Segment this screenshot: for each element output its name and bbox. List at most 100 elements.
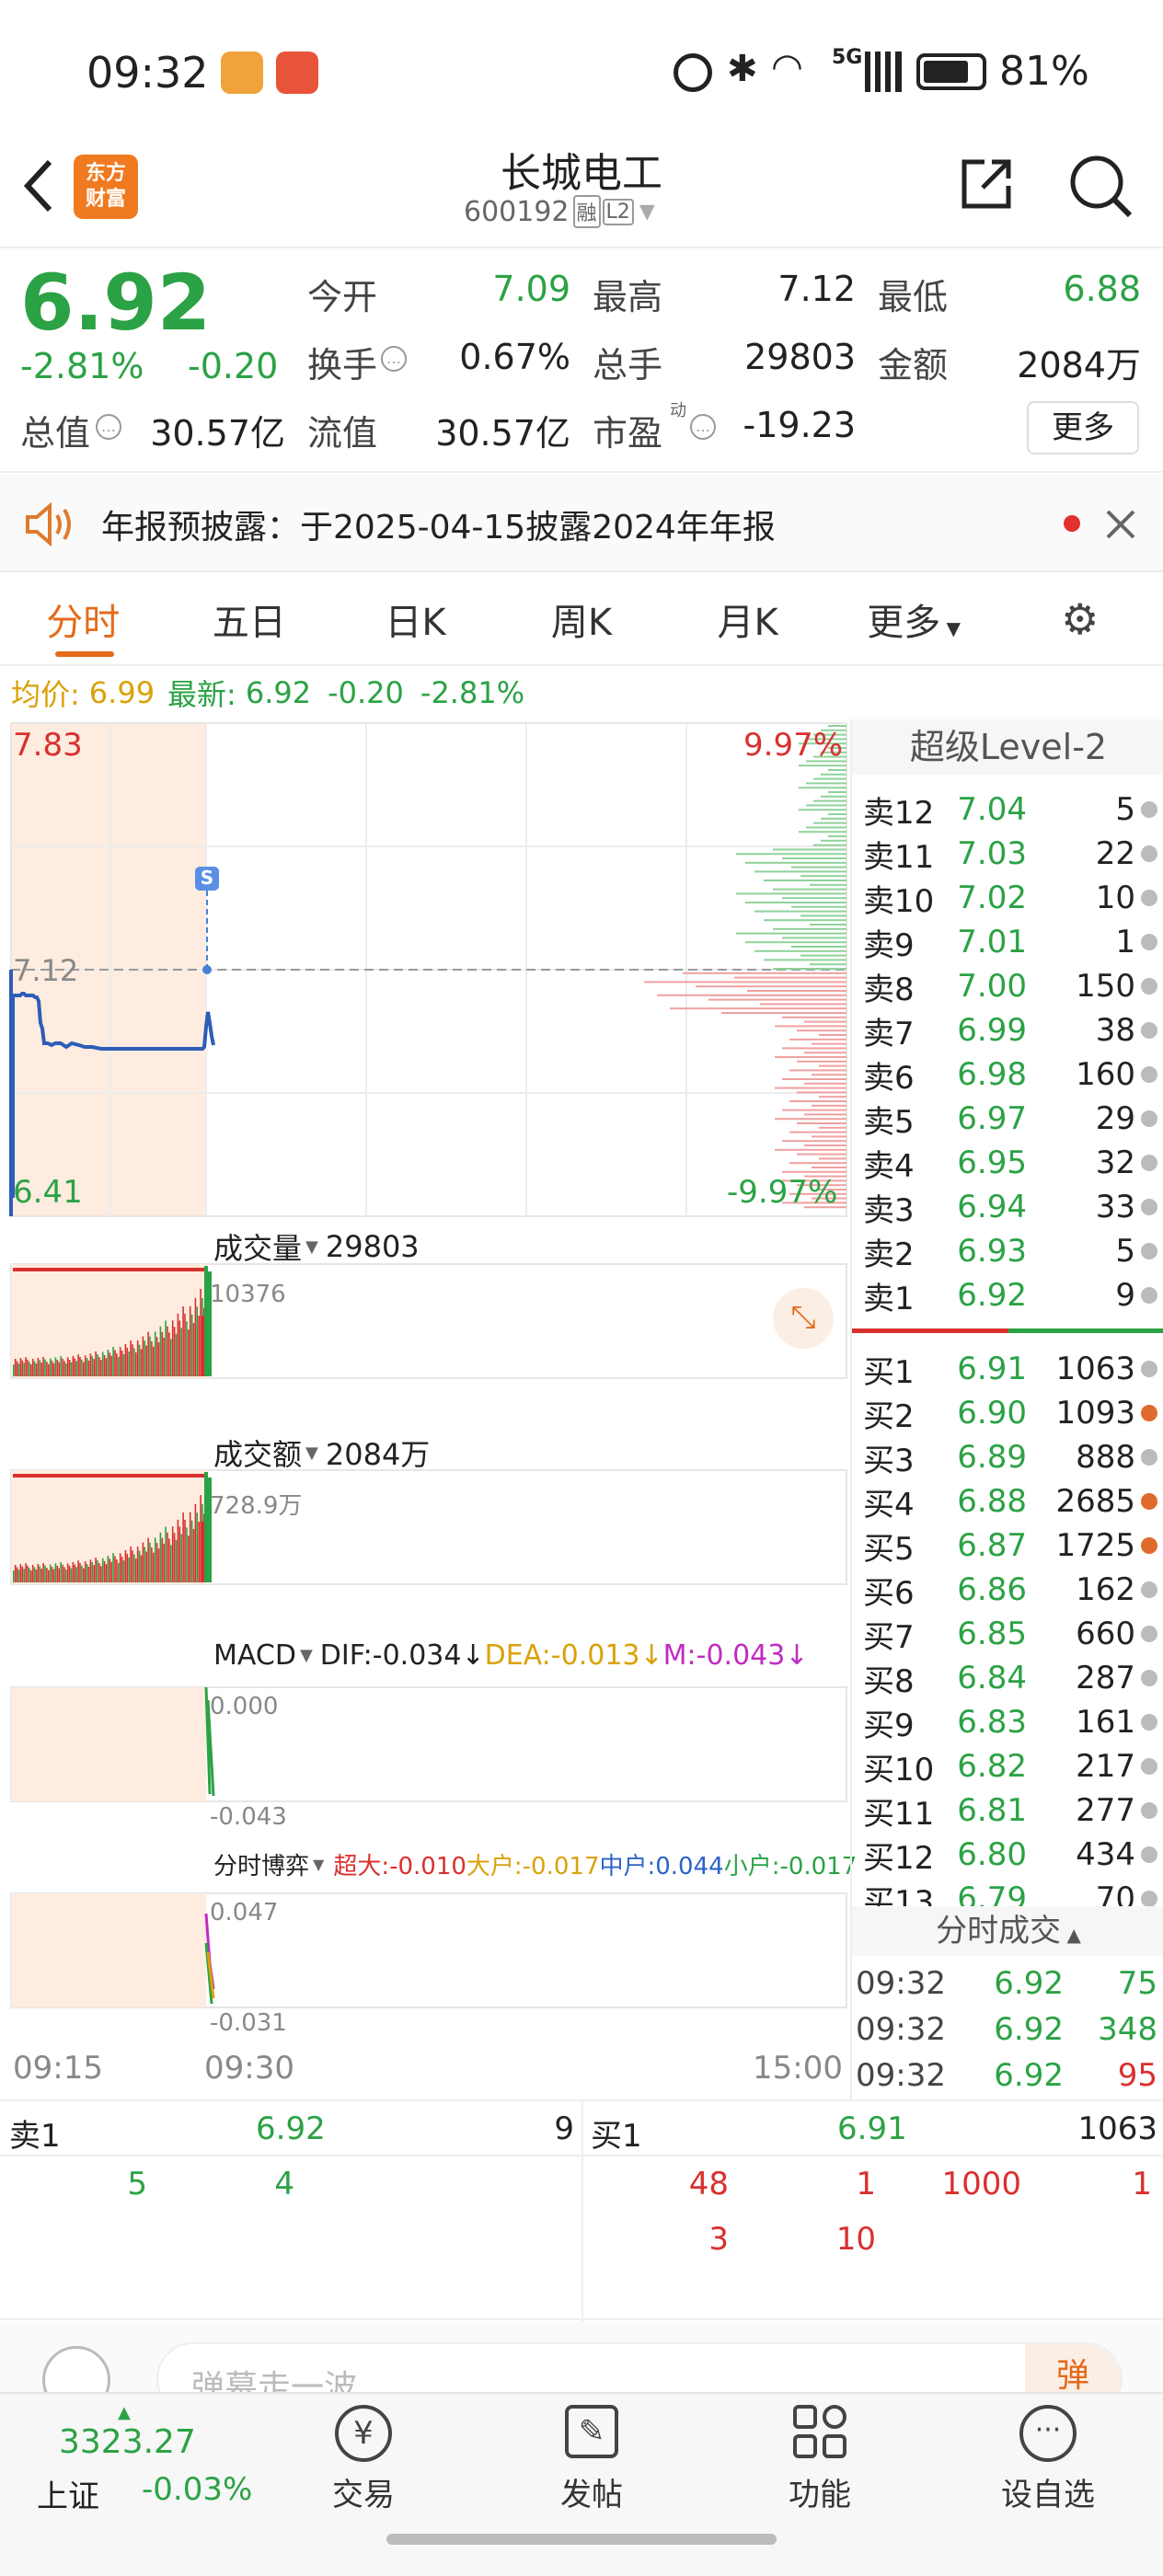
close-icon[interactable] <box>1104 508 1137 541</box>
settings-icon[interactable]: ⚙ <box>996 594 1163 644</box>
level-dot <box>1141 1405 1157 1421</box>
bid-row[interactable]: 买7 6.85 660 <box>852 1612 1163 1656</box>
volume-bar <box>107 1555 109 1582</box>
field-value-high: 7.12 <box>777 269 856 309</box>
ask-row[interactable]: 卖8 7.00 150 <box>852 964 1163 1008</box>
bid-row[interactable]: 买9 6.83 161 <box>852 1700 1163 1744</box>
volume-bar <box>154 1331 156 1376</box>
tab-five-day[interactable]: 五日 <box>167 592 333 646</box>
depth-bar <box>789 1131 846 1133</box>
notice-bar[interactable]: 年报预披露：于2025-04-15披露2024年年报 <box>0 475 1163 572</box>
stock-code-row: 600192 融 L2 ▼ <box>464 195 655 228</box>
info-icon[interactable]: … <box>381 346 407 372</box>
nav-add-watchlist[interactable]: ··· 设自选 <box>979 2405 1117 2524</box>
bid-row[interactable]: 买2 6.90 1093 <box>852 1391 1163 1435</box>
ask-row[interactable]: 卖4 6.95 32 <box>852 1141 1163 1185</box>
macd-header[interactable]: MACD ▼ DIF:-0.034 ↓ DEA:-0.013 ↓ M:-0.043 ↓ <box>213 1639 808 1672</box>
bid-row[interactable]: 买11 6.81 277 <box>852 1788 1163 1833</box>
depth-bar <box>773 968 846 970</box>
chart-low-price: 6.41 <box>13 1174 83 1211</box>
level2-title[interactable]: 超级Level-2 <box>852 719 1163 775</box>
bid-row[interactable]: 买1 6.91 1063 <box>852 1347 1163 1391</box>
level-label: 买7 <box>863 1618 915 1656</box>
depth-bar <box>821 795 846 798</box>
volume-bar <box>93 1565 95 1582</box>
volume-bar <box>13 1364 15 1376</box>
bid-row[interactable]: 买10 6.82 217 <box>852 1744 1163 1788</box>
info-icon[interactable]: … <box>96 414 121 440</box>
volume-bar <box>142 1336 144 1376</box>
volume-bar <box>75 1361 77 1376</box>
dropdown-icon[interactable]: ▼ <box>639 201 655 224</box>
comment-icon[interactable] <box>42 2346 110 2392</box>
field-value-open: 7.09 <box>492 269 570 309</box>
comment-input[interactable]: 弹幕走一波 弹 <box>156 2342 1123 2392</box>
down-arrow-icon: ↓ <box>461 1639 485 1672</box>
volume-bar <box>112 1553 114 1582</box>
app-logo[interactable]: 东方 财富 <box>74 155 138 219</box>
field-label-pe: 市盈 <box>593 413 663 454</box>
nav-trade-label: 交易 <box>332 2477 395 2513</box>
bid-row[interactable]: 买12 6.80 434 <box>852 1833 1163 1877</box>
edit-icon: ✎ <box>565 2405 618 2458</box>
index-name: 上证 <box>37 2478 99 2515</box>
volume-bar <box>189 1305 191 1376</box>
nav-functions[interactable]: 功能 <box>751 2405 889 2524</box>
bid-row[interactable]: 买4 6.88 2685 <box>852 1479 1163 1524</box>
depth-bar <box>789 1162 846 1165</box>
macd-top: 0.000 <box>210 1693 279 1720</box>
danmaku-button[interactable]: 弹 <box>1025 2344 1121 2392</box>
bid-row[interactable]: 买5 6.87 1725 <box>852 1524 1163 1568</box>
depth-bar <box>683 972 846 974</box>
tab-more[interactable]: 更多 ▼ <box>831 592 997 646</box>
info-icon[interactable]: … <box>690 414 716 440</box>
volume-bar <box>86 1564 88 1582</box>
expand-icon[interactable]: ⤡ <box>773 1288 834 1349</box>
volume-bar <box>130 1340 132 1376</box>
bid-row[interactable]: 买3 6.89 888 <box>852 1435 1163 1479</box>
depth-bar <box>812 1042 846 1045</box>
tab-intraday[interactable]: 分时 <box>0 592 167 646</box>
ask-row[interactable]: 卖1 6.92 9 <box>852 1273 1163 1317</box>
tab-month-k[interactable]: 月K <box>664 592 831 646</box>
volume-bar <box>105 1358 108 1376</box>
depth-bar <box>804 1052 846 1054</box>
ask-row[interactable]: 卖5 6.97 29 <box>852 1097 1163 1141</box>
time-end: 15:00 <box>753 2050 843 2087</box>
volume-bar <box>79 1562 81 1582</box>
amount-header[interactable]: 成交额 ▼ 2084万 <box>213 1432 430 1474</box>
volume-bar <box>142 1542 144 1582</box>
ask-row[interactable]: 卖9 7.01 1 <box>852 920 1163 964</box>
intraday-chart-area[interactable] <box>0 719 850 2099</box>
network-label: 5G <box>832 46 863 69</box>
share-icon[interactable] <box>957 155 1016 213</box>
bo-header[interactable]: 分时博弈 ▼ 超大:-0.010 大户:-0.017 中户:0.044 小户:-0… <box>213 1847 857 1881</box>
more-button[interactable]: 更多 <box>1027 401 1139 454</box>
ask-row[interactable]: 卖6 6.98 160 <box>852 1052 1163 1097</box>
nav-post[interactable]: ✎ 发帖 <box>523 2405 661 2524</box>
volume-header[interactable]: 成交量 ▼ 29803 <box>213 1225 420 1268</box>
volume-bar <box>79 1356 81 1376</box>
nav-trade[interactable]: ¥ 交易 <box>294 2405 432 2524</box>
index-widget[interactable]: ▲ 3323.27 上证 -0.03% <box>28 2403 258 2523</box>
bid-row[interactable]: 买6 6.86 162 <box>852 1568 1163 1612</box>
queue-sell-qty: 9 <box>554 2110 574 2147</box>
volume-bar <box>178 1526 181 1582</box>
bid-row[interactable]: 买8 6.84 287 <box>852 1656 1163 1700</box>
ask-row[interactable]: 卖3 6.94 33 <box>852 1185 1163 1229</box>
ask-row[interactable]: 卖10 7.02 10 <box>852 876 1163 920</box>
tab-week-k[interactable]: 周K <box>499 592 665 646</box>
back-icon[interactable] <box>18 156 59 215</box>
ticks-header[interactable]: 分时成交 ▲ <box>852 1906 1163 1956</box>
ask-row[interactable]: 卖7 6.99 38 <box>852 1008 1163 1052</box>
tab-day-k[interactable]: 日K <box>332 592 499 646</box>
ask-row[interactable]: 卖12 7.04 5 <box>852 788 1163 832</box>
ask-row[interactable]: 卖2 6.93 5 <box>852 1229 1163 1273</box>
depth-bar <box>789 1038 846 1041</box>
depth-bar <box>813 799 846 802</box>
level2-panel: 超级Level-2 卖12 7.04 5 卖11 7.03 22 卖10 7.02 10 卖9 7.… <box>850 719 1163 2099</box>
level-dot <box>1141 801 1157 818</box>
search-icon[interactable] <box>1067 153 1134 219</box>
ask-row[interactable]: 卖11 7.03 22 <box>852 832 1163 876</box>
queue-buy-price: 6.91 <box>837 2110 907 2147</box>
